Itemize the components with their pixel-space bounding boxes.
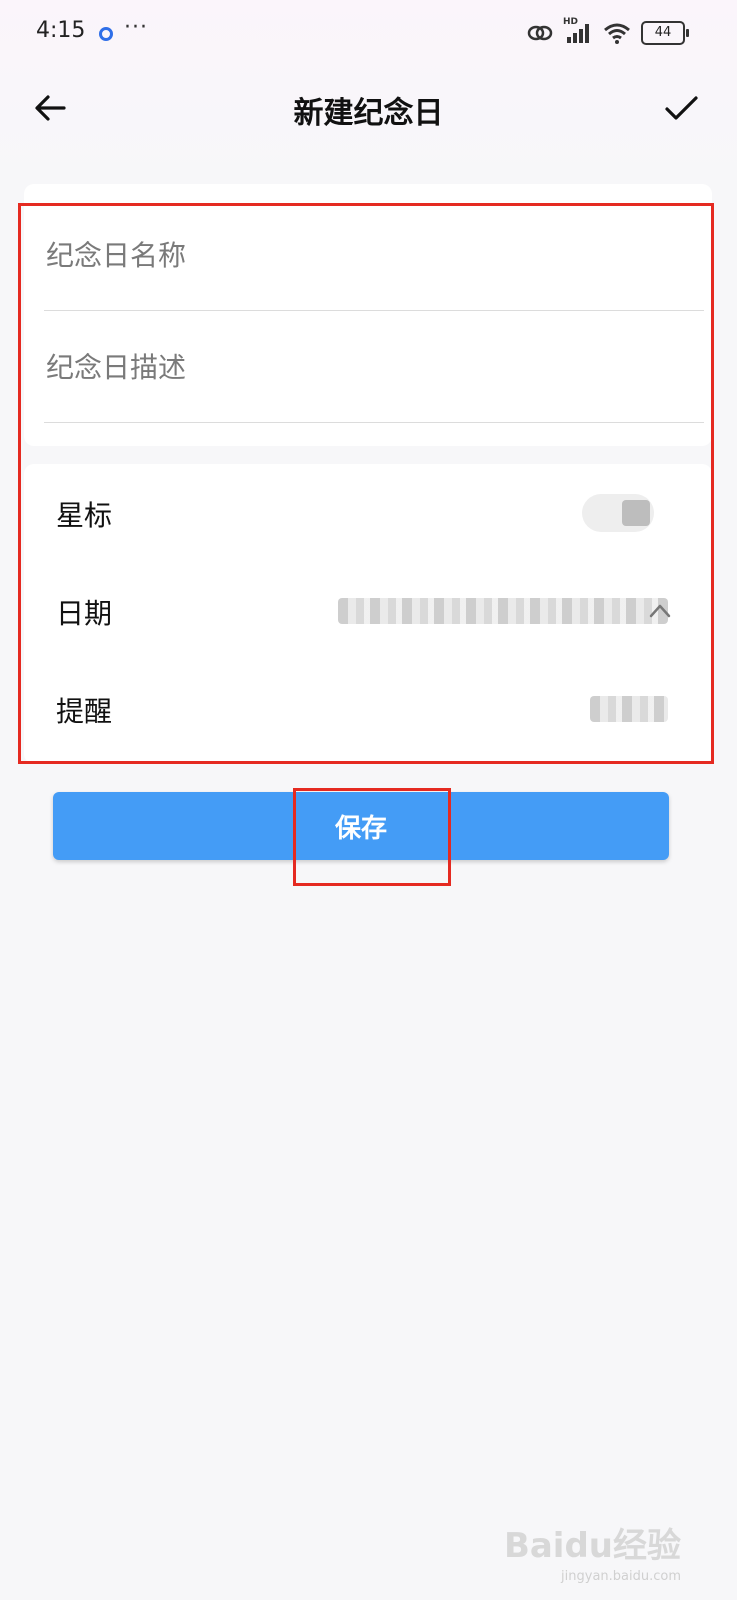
star-label: 星标 [56,499,113,532]
watermark-url: jingyan.baidu.com [561,1569,681,1584]
settings-card: 星标 日期 提醒 [24,464,712,764]
status-bar: 4:15 ··· HD 44 [0,0,737,64]
reminder-row[interactable]: 提醒 [24,660,712,756]
toggle-knob [622,500,650,526]
more-notifications-icon: ··· [124,15,148,40]
link-icon [527,25,553,41]
date-row[interactable]: 日期 [24,562,712,658]
confirm-check-icon[interactable] [661,88,701,128]
status-time: 4:15 [36,18,86,43]
page-title: 新建纪念日 [293,96,444,131]
battery-icon: 44 [641,21,689,45]
chevron-up-icon[interactable] [648,602,672,618]
name-field [44,198,708,312]
save-button[interactable]: 保存 [53,792,669,860]
star-toggle[interactable] [582,494,654,532]
watermark: Baidu经验 jingyan.baidu.com [504,1518,681,1584]
anniversary-name-input[interactable] [44,198,708,312]
description-field [44,310,708,424]
watermark-brand: Baidu经验 [503,1526,681,1566]
app-bar: 新建纪念日 [0,70,737,150]
date-label: 日期 [56,597,113,630]
reminder-value-redacted [590,696,668,722]
signal-icon: HD [563,17,593,45]
star-row[interactable]: 星标 [24,464,712,560]
notification-icon [99,27,113,41]
wifi-icon [604,23,630,44]
status-icons: HD 44 [527,17,689,46]
date-value-redacted [338,598,668,624]
reminder-label: 提醒 [56,695,113,728]
anniversary-description-input[interactable] [44,310,708,424]
text-fields-card [24,184,712,446]
